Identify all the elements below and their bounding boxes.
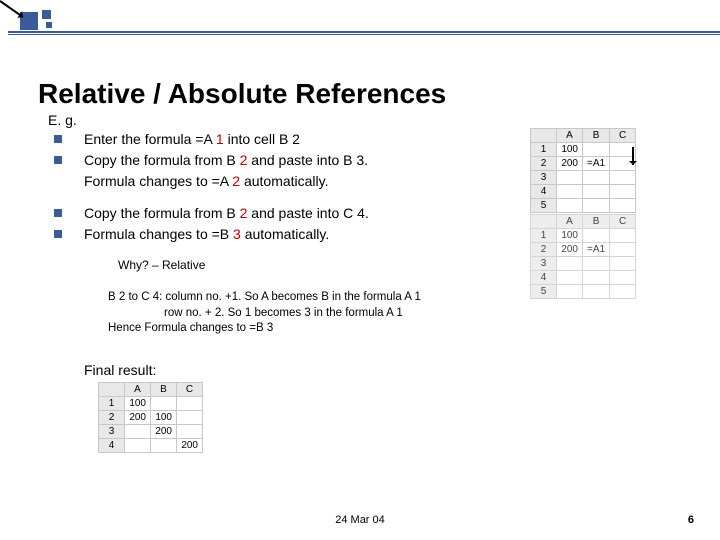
spreadsheet-example-2: ABC 1100 2200=A1 3 4 5 bbox=[530, 214, 636, 299]
bullet-item: Copy the formula from B 2 and paste into… bbox=[54, 204, 464, 223]
arrow-down-icon bbox=[632, 147, 634, 165]
bullet-icon bbox=[54, 156, 62, 164]
bullet-item: Formula changes to =A 2 automatically. bbox=[54, 172, 464, 191]
example-label: E. g. bbox=[48, 112, 77, 128]
final-result-label: Final result: bbox=[84, 362, 156, 378]
bullet-item: Enter the formula =A 1 into cell B 2 bbox=[54, 130, 464, 149]
spreadsheet-final-result: ABC 1100 2200100 3200 4200 bbox=[98, 382, 203, 453]
bullet-icon bbox=[54, 135, 62, 143]
explanation-text: B 2 to C 4: column no. +1. So A becomes … bbox=[108, 290, 421, 337]
slide-number: 6 bbox=[688, 514, 694, 526]
bullet-item: Copy the formula from B 2 and paste into… bbox=[54, 151, 464, 170]
bullet-group-1: Enter the formula =A 1 into cell B 2 Cop… bbox=[54, 130, 464, 193]
why-label: Why? – Relative bbox=[118, 258, 205, 272]
bullet-icon bbox=[54, 209, 62, 217]
bullet-group-2: Copy the formula from B 2 and paste into… bbox=[54, 204, 464, 246]
footer-date: 24 Mar 04 bbox=[335, 514, 385, 526]
bullet-item: Formula changes to =B 3 automatically. bbox=[54, 225, 464, 244]
slide-title: Relative / Absolute References bbox=[38, 78, 446, 110]
spreadsheet-example-1: ABC 1100 2200=A1 3 4 5 bbox=[530, 128, 636, 213]
bullet-icon bbox=[54, 230, 62, 238]
